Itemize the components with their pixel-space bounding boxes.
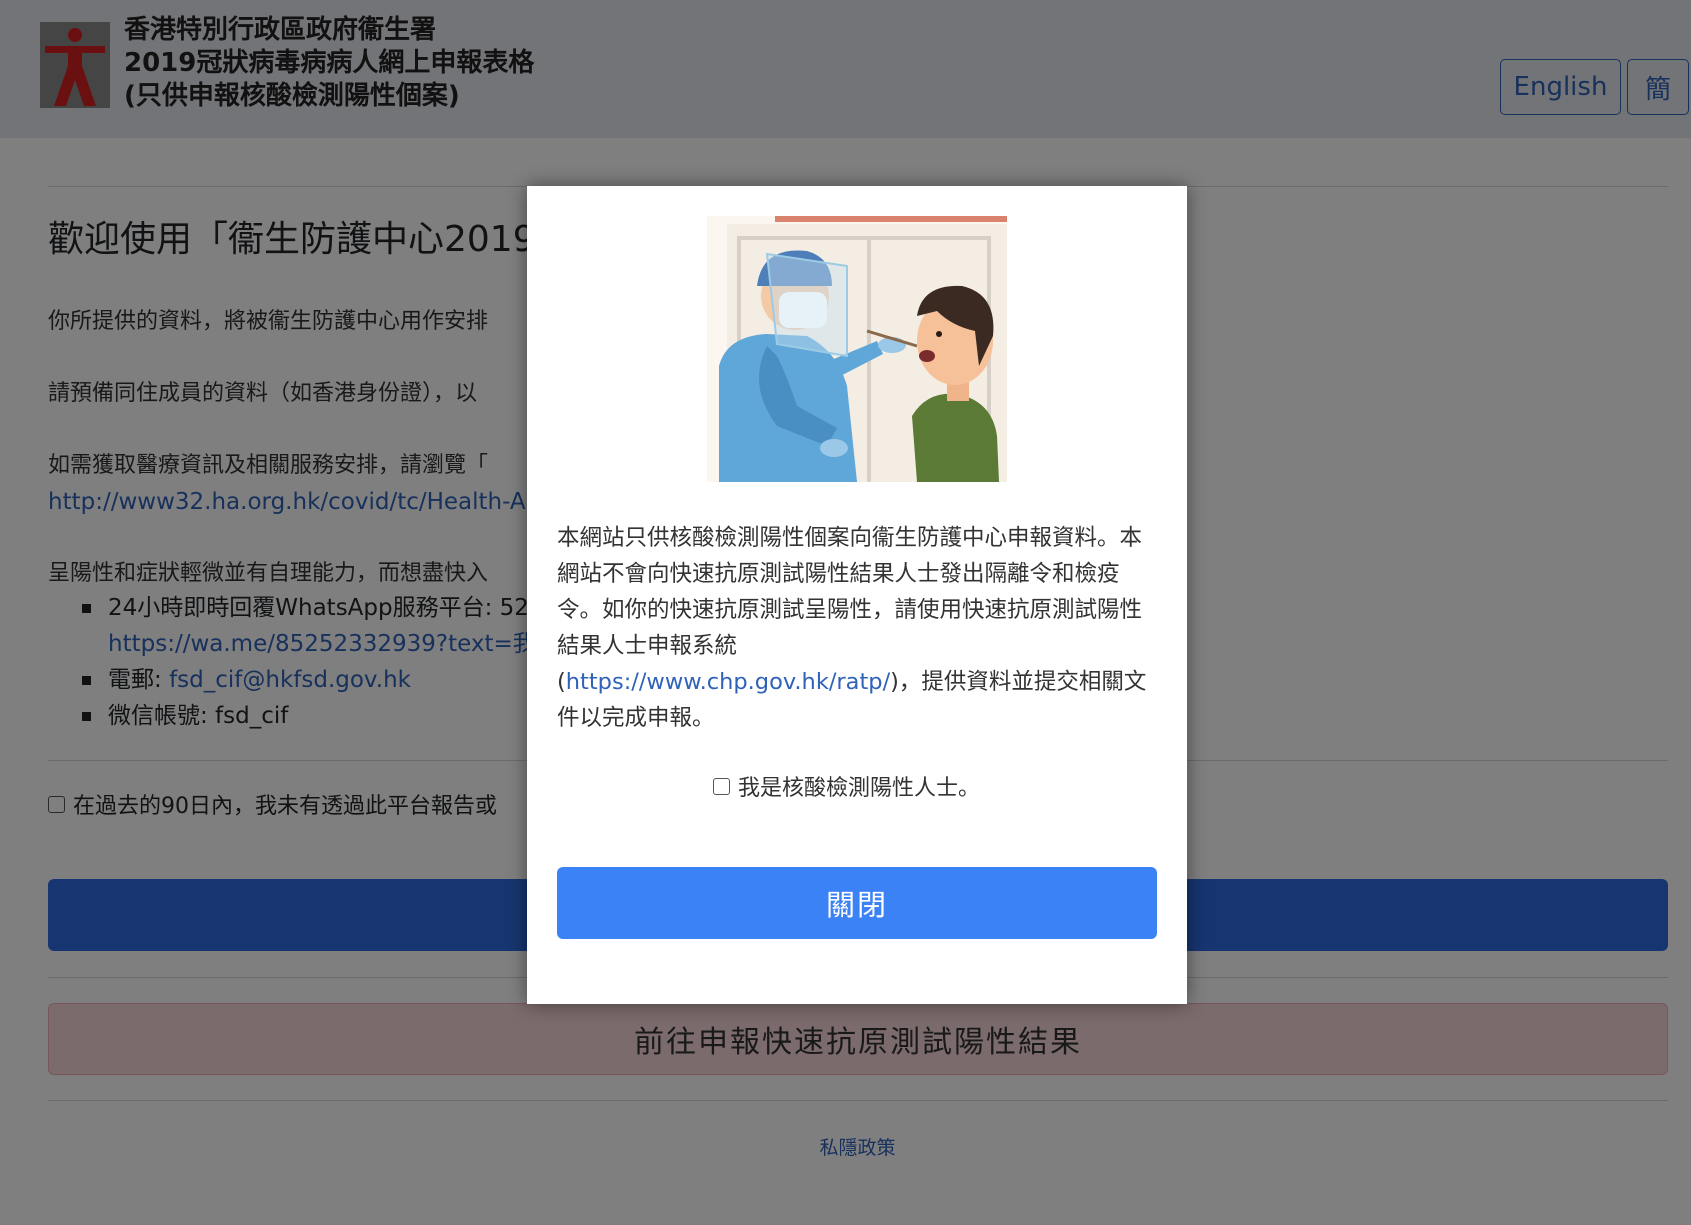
modal-notice-text-part-1: 本網站只供核酸檢測陽性個案向衞生防護中心申報資料。本網站不會向快速抗原測試陽性結… (557, 525, 1143, 659)
nasal-swab-test-illustration (707, 216, 1007, 482)
pcr-positive-checkbox[interactable] (713, 777, 730, 795)
pcr-positive-checkbox-row: 我是核酸檢測陽性人士。 (713, 770, 980, 802)
modal-notice-text: 本網站只供核酸檢測陽性個案向衞生防護中心申報資料。本網站不會向快速抗原測試陽性結… (557, 520, 1161, 736)
pcr-positive-checkbox-label: 我是核酸檢測陽性人士。 (738, 776, 981, 801)
ratp-system-link[interactable]: https://www.chp.gov.hk/ratp/ (566, 669, 890, 695)
modal-open-paren: ( (557, 669, 566, 695)
close-button[interactable]: 關閉 (557, 867, 1157, 939)
notice-modal: 本網站只供核酸檢測陽性個案向衞生防護中心申報資料。本網站不會向快速抗原測試陽性結… (527, 186, 1187, 1004)
